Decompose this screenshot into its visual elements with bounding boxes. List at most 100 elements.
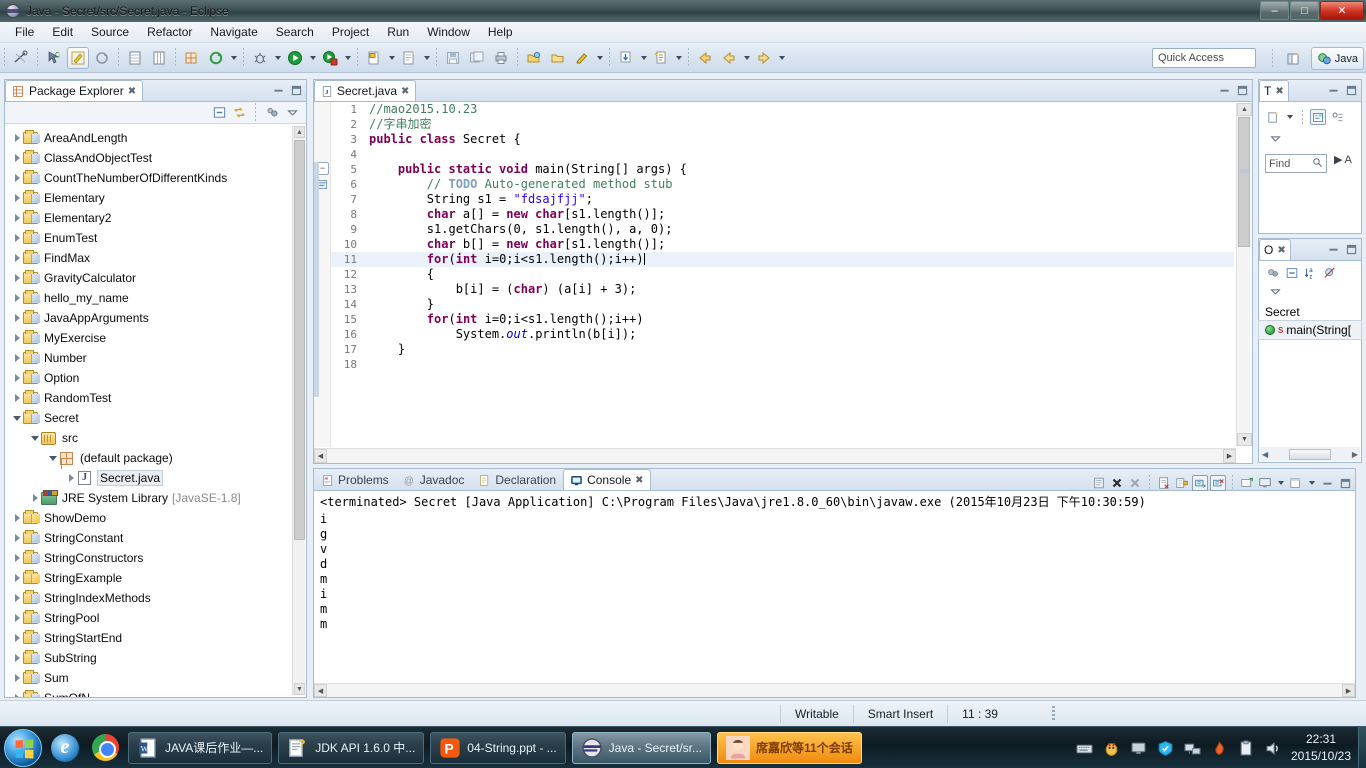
tree-item-hello_my_name[interactable]: hello_my_name: [5, 288, 306, 308]
code-line[interactable]: 4: [331, 147, 1234, 162]
status-resize-handle[interactable]: [1051, 705, 1055, 722]
chevron-right-icon[interactable]: [11, 508, 23, 528]
network-icon[interactable]: [1183, 739, 1201, 757]
tree-item-findmax[interactable]: FindMax: [5, 248, 306, 268]
view-menu-extra-icon[interactable]: [264, 105, 280, 121]
tab-package-explorer[interactable]: Package Explorer ✖: [5, 80, 144, 101]
open-resource-icon[interactable]: [547, 47, 569, 69]
maximize-button[interactable]: □: [1290, 1, 1319, 20]
tree-item-areaandlength[interactable]: AreaAndLength: [5, 128, 306, 148]
tree-item-jre-system-library[interactable]: JRE System Library [JavaSE-1.8]: [5, 488, 306, 508]
show-desktop-button[interactable]: [1358, 727, 1366, 768]
volume-icon[interactable]: [1264, 739, 1282, 757]
scroll-left-arrow[interactable]: ◀: [1262, 450, 1268, 459]
scroll-down-arrow[interactable]: ▼: [1237, 433, 1252, 446]
outline-tree[interactable]: Secret Smain(String[: [1258, 303, 1362, 340]
save-icon[interactable]: [442, 47, 464, 69]
chevron-right-icon[interactable]: [11, 528, 23, 548]
menu-item-window[interactable]: Window: [418, 23, 479, 41]
tree-item-javaapparguments[interactable]: JavaAppArguments: [5, 308, 306, 328]
tab-secret-java[interactable]: J Secret.java ✖: [314, 80, 417, 101]
task-section-arrow[interactable]: ▶: [1334, 153, 1342, 166]
scroll-right-arrow[interactable]: ▶: [1342, 684, 1355, 697]
close-button[interactable]: ✕: [1320, 1, 1364, 20]
perspective-java-button[interactable]: Java: [1310, 47, 1364, 70]
tree-item-src[interactable]: src: [5, 428, 306, 448]
code-line[interactable]: 10 char b[] = new char[s1.length()];: [331, 237, 1234, 252]
tree-item-option[interactable]: Option: [5, 368, 306, 388]
tree-item--default-package-[interactable]: (default package): [5, 448, 306, 468]
chevron-right-icon[interactable]: [11, 228, 23, 248]
code-line[interactable]: 11 for(int i=0;i<s1.length();i++): [331, 252, 1234, 267]
menu-item-source[interactable]: Source: [82, 23, 138, 41]
flame-icon[interactable]: [1210, 739, 1228, 757]
debug-dropdown-icon[interactable]: [272, 47, 283, 69]
chevron-right-icon[interactable]: [11, 308, 23, 328]
tree-item-showdemo[interactable]: ShowDemo: [5, 508, 306, 528]
chevron-right-icon[interactable]: [11, 148, 23, 168]
new-project-dropdown-icon[interactable]: [421, 47, 432, 69]
tree-item-stringpool[interactable]: StringPool: [5, 608, 306, 628]
tree-item-sumofn[interactable]: SumOfN: [5, 688, 306, 697]
code-line[interactable]: 2 //字串加密: [331, 117, 1234, 132]
taskbar-clock[interactable]: 22:31 2015/10/23: [1288, 731, 1354, 765]
taskbar-button-4[interactable]: 席嘉欣等11个会话: [717, 731, 862, 764]
minimize-icon[interactable]: [270, 82, 286, 98]
debug-icon[interactable]: [249, 47, 271, 69]
new-java-package-icon[interactable]: [181, 47, 203, 69]
refresh-project-icon[interactable]: [205, 47, 227, 69]
tree-item-stringstartend[interactable]: StringStartEnd: [5, 628, 306, 648]
scrollbar-thumb[interactable]: [1238, 117, 1250, 247]
console-horizontal-scrollbar[interactable]: ◀ ▶: [314, 683, 1355, 697]
view-menu-icon[interactable]: [1267, 283, 1283, 299]
view-menu-icon[interactable]: [284, 105, 300, 121]
chevron-right-icon[interactable]: [11, 348, 23, 368]
tree-item-elementary[interactable]: Elementary: [5, 188, 306, 208]
annotation-dropdown-icon[interactable]: [673, 47, 684, 69]
code-line[interactable]: 18: [331, 357, 1234, 372]
scroll-right-arrow[interactable]: ▶: [1352, 450, 1358, 459]
menu-item-refactor[interactable]: Refactor: [138, 23, 201, 41]
tree-item-stringexample[interactable]: StringExample: [5, 568, 306, 588]
code-line[interactable]: 17 }: [331, 342, 1234, 357]
link-selection-icon[interactable]: C: [43, 47, 65, 69]
code-line[interactable]: 7 String s1 = "fdsajfjj";: [331, 192, 1234, 207]
close-icon[interactable]: ✖: [128, 86, 136, 97]
refresh-dropdown-icon[interactable]: [228, 47, 239, 69]
run-dropdown-icon[interactable]: [307, 47, 318, 69]
tree-item-secret[interactable]: Secret: [5, 408, 306, 428]
scroll-lock-icon[interactable]: [1174, 475, 1190, 491]
marker-icon[interactable]: [571, 47, 593, 69]
remove-launch-icon[interactable]: [1156, 475, 1172, 491]
minimize-icon[interactable]: [1325, 82, 1341, 98]
taskbar-button-1[interactable]: ? JDK API 1.6.0 中...: [278, 731, 425, 764]
filter-icon[interactable]: [1329, 109, 1345, 125]
code-line[interactable]: 13 b[i] = (char) (a[i] + 3);: [331, 282, 1234, 297]
tab-declaration[interactable]: Declaration: [471, 469, 563, 490]
menu-item-search[interactable]: Search: [267, 23, 323, 41]
new-task-icon[interactable]: [1265, 109, 1281, 125]
code-line[interactable]: 16 System.out.println(b[i]);: [331, 327, 1234, 342]
code-line[interactable]: 6 // TODO Auto-generated method stub: [331, 177, 1234, 192]
hide-fields-icon[interactable]: [1322, 265, 1338, 281]
chevron-right-icon[interactable]: [11, 668, 23, 688]
menu-item-file[interactable]: File: [6, 23, 43, 41]
menu-item-navigate[interactable]: Navigate: [201, 23, 266, 41]
menu-item-project[interactable]: Project: [323, 23, 378, 41]
terminate-icon[interactable]: [1109, 475, 1125, 491]
tree-item-randomtest[interactable]: RandomTest: [5, 388, 306, 408]
code-editor[interactable]: 1 //mao2015.10.23 2 //字串加密 3 public class Sec…: [331, 102, 1234, 447]
marker-dropdown-icon[interactable]: [594, 47, 605, 69]
scrollbar-thumb[interactable]: [294, 140, 305, 540]
tree-item-elementary2[interactable]: Elementary2: [5, 208, 306, 228]
code-line[interactable]: 14 }: [331, 297, 1234, 312]
tree-item-classandobjecttest[interactable]: ClassAndObjectTest: [5, 148, 306, 168]
new-java-class-icon[interactable]: [363, 47, 385, 69]
chevron-right-icon[interactable]: [11, 548, 23, 568]
refresh-icon[interactable]: [91, 47, 113, 69]
toggle-breadcrumb-icon[interactable]: [10, 47, 32, 69]
chevron-right-icon[interactable]: [11, 208, 23, 228]
chevron-right-icon[interactable]: [11, 608, 23, 628]
minimize-icon[interactable]: [1325, 241, 1341, 257]
taskbar-button-2[interactable]: P 04-String.ppt - ...: [430, 731, 566, 764]
